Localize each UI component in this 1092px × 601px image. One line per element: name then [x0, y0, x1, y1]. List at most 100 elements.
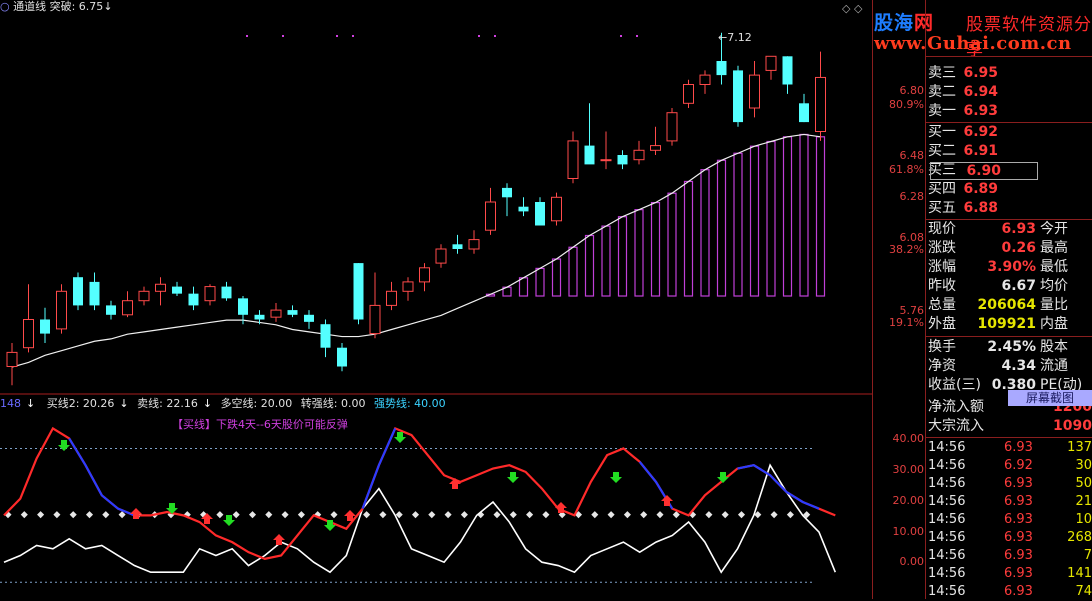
stat-label-2: 今开: [1040, 221, 1068, 237]
midline-diamond: [297, 511, 305, 519]
midline-diamond: [607, 511, 615, 519]
marker-dot: [636, 35, 638, 37]
tick-volume: 268: [1067, 530, 1092, 545]
sell-line-segment: [737, 464, 820, 510]
tick-volume: 141: [1067, 566, 1092, 581]
midline-diamond: [526, 511, 534, 519]
buy2-value: 买线2: 20.26: [46, 397, 115, 410]
candle-up: [204, 286, 216, 302]
buy-price: 6.89: [963, 181, 998, 197]
candle-up: [485, 201, 496, 231]
stat-row: 换手 2.45% 股本: [928, 338, 1092, 357]
stat-row: 现价 6.93 今开: [928, 220, 1092, 239]
candle-down: [221, 286, 232, 299]
tick-time: 14:56: [928, 566, 966, 581]
tick-time: 14:56: [928, 494, 966, 509]
indicator-y-label: 20.00: [892, 494, 925, 507]
indicator-chart: [0, 426, 837, 583]
sell-price: 6.94: [963, 84, 998, 100]
stat-value: 0.26: [1001, 240, 1036, 256]
midline-diamond: [53, 511, 61, 519]
price-label: 6.28: [899, 190, 925, 203]
candle-up: [765, 55, 777, 71]
tick-time: 14:56: [928, 584, 966, 599]
sell-arrow-icon: [223, 515, 235, 526]
indicator-axis: 40.00 30.00 20.00 10.00 0.00: [874, 394, 925, 599]
channel-bar: [584, 234, 595, 297]
buy-price: 6.91: [963, 143, 998, 159]
indicator-y-label: 10.00: [892, 525, 925, 538]
candle-up: [122, 300, 133, 316]
midline-diamond: [591, 511, 599, 519]
marker-dot: [246, 35, 248, 37]
tick-volume: 21: [1075, 494, 1092, 509]
midline-diamond: [216, 511, 224, 519]
channel-bar: [650, 202, 661, 297]
candle-up: [567, 140, 579, 179]
channel-bar: [518, 277, 529, 297]
candle-down: [172, 286, 182, 294]
channel-bar: [749, 145, 760, 297]
channel-bar: [766, 140, 776, 297]
kline-chart-area[interactable]: ←7.12: [0, 0, 872, 599]
strong-turn-value: 转强线: 0.00: [300, 397, 366, 410]
channel-bar: [601, 225, 611, 297]
stat-value: 6.93: [1001, 221, 1036, 237]
sell-price: 6.93: [963, 103, 998, 119]
channel-bar: [716, 159, 727, 297]
sell-1-row[interactable]: 卖一 6.93: [928, 102, 1092, 121]
stat-row: 总量 206064 量比: [928, 296, 1092, 315]
candle-down: [584, 145, 595, 165]
midline-diamond: [444, 511, 452, 519]
candle-up: [56, 290, 67, 330]
candle-down: [106, 305, 116, 315]
buy-5-row[interactable]: 买五 6.88: [928, 199, 1092, 218]
flow-label: 净流入额: [928, 399, 984, 415]
sell-2-row[interactable]: 卖二 6.94: [928, 83, 1092, 102]
marker-dot: [282, 35, 284, 37]
channel-line: [11, 133, 821, 368]
buy-line: [3, 426, 836, 560]
price-pct-label: 38.2%: [889, 243, 924, 256]
buy-2-row[interactable]: 买二 6.91: [928, 142, 1092, 161]
midline-diamond: [509, 511, 517, 519]
candle-up: [633, 149, 645, 161]
candle-up: [402, 281, 414, 292]
candle-down: [73, 277, 83, 306]
price-pct-label: 19.1%: [889, 316, 924, 329]
stat-value: 206064: [977, 297, 1036, 313]
candle-up: [369, 304, 381, 335]
price-label: 6.80: [899, 84, 925, 97]
tick-price: 6.92: [1004, 458, 1033, 473]
midline-diamond: [721, 511, 729, 519]
candle-down: [188, 293, 199, 306]
price-label: 6.48: [899, 149, 925, 162]
midline-diamond: [737, 511, 746, 519]
channel-bar: [617, 216, 628, 297]
sell-arrow-icon: [394, 432, 406, 443]
screenshot-button[interactable]: 屏幕截图: [1008, 390, 1092, 406]
tick-time: 14:56: [928, 548, 966, 563]
stat-label: 现价: [928, 221, 956, 237]
tick-price: 6.93: [1004, 440, 1033, 455]
tick-price: 6.93: [1004, 512, 1033, 527]
buy-1-row[interactable]: 买一 6.92: [928, 123, 1092, 142]
midline-diamond: [363, 511, 371, 519]
channel-bar: [667, 192, 677, 297]
candle-up: [386, 290, 397, 306]
price-axis: 6.80 80.9% 6.48 61.8% 6.28 6.08 38.2% 5.…: [874, 0, 924, 394]
multi-line-value: 多空线: 20.00: [220, 397, 293, 410]
candle-down: [716, 61, 727, 76]
sell-arrow-icon: [324, 520, 336, 531]
midline-diamond: [85, 511, 94, 519]
midline-diamond: [248, 511, 257, 519]
buy-3-row[interactable]: 买三 6.90: [928, 161, 1092, 180]
candle-down: [502, 187, 512, 198]
sell-arrow-icon: [58, 440, 70, 451]
midline-diamond: [69, 511, 77, 519]
stat-label: 昨收: [928, 278, 956, 294]
midline-diamond: [232, 511, 240, 519]
sell-3-row[interactable]: 卖三 6.95: [928, 64, 1092, 83]
stat-value: 4.34: [1001, 358, 1036, 374]
buy-4-row[interactable]: 买四 6.89: [928, 180, 1092, 199]
